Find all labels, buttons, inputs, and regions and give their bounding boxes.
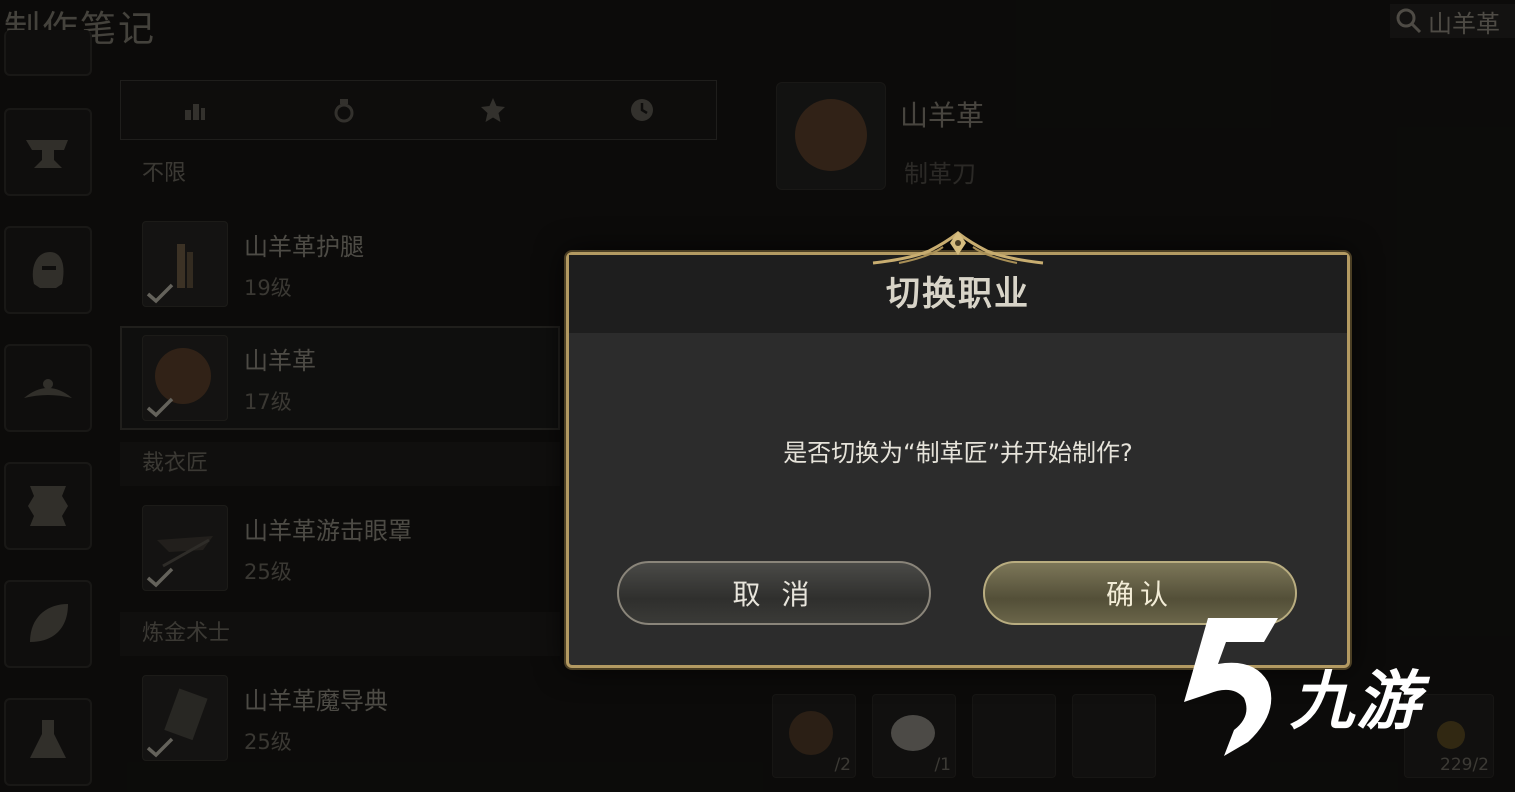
jiuyou-logo-icon (1184, 618, 1278, 756)
cancel-button[interactable]: 取 消 (617, 561, 931, 625)
dialog-message: 是否切换为“制革匠”并开始制作? (783, 439, 1133, 467)
ornament-icon (872, 231, 1044, 265)
watermark-text: 九游 (1290, 665, 1422, 739)
switch-job-dialog: 切换职业 是否切换为“制革匠”并开始制作? 取 消 确认 (566, 231, 1350, 668)
